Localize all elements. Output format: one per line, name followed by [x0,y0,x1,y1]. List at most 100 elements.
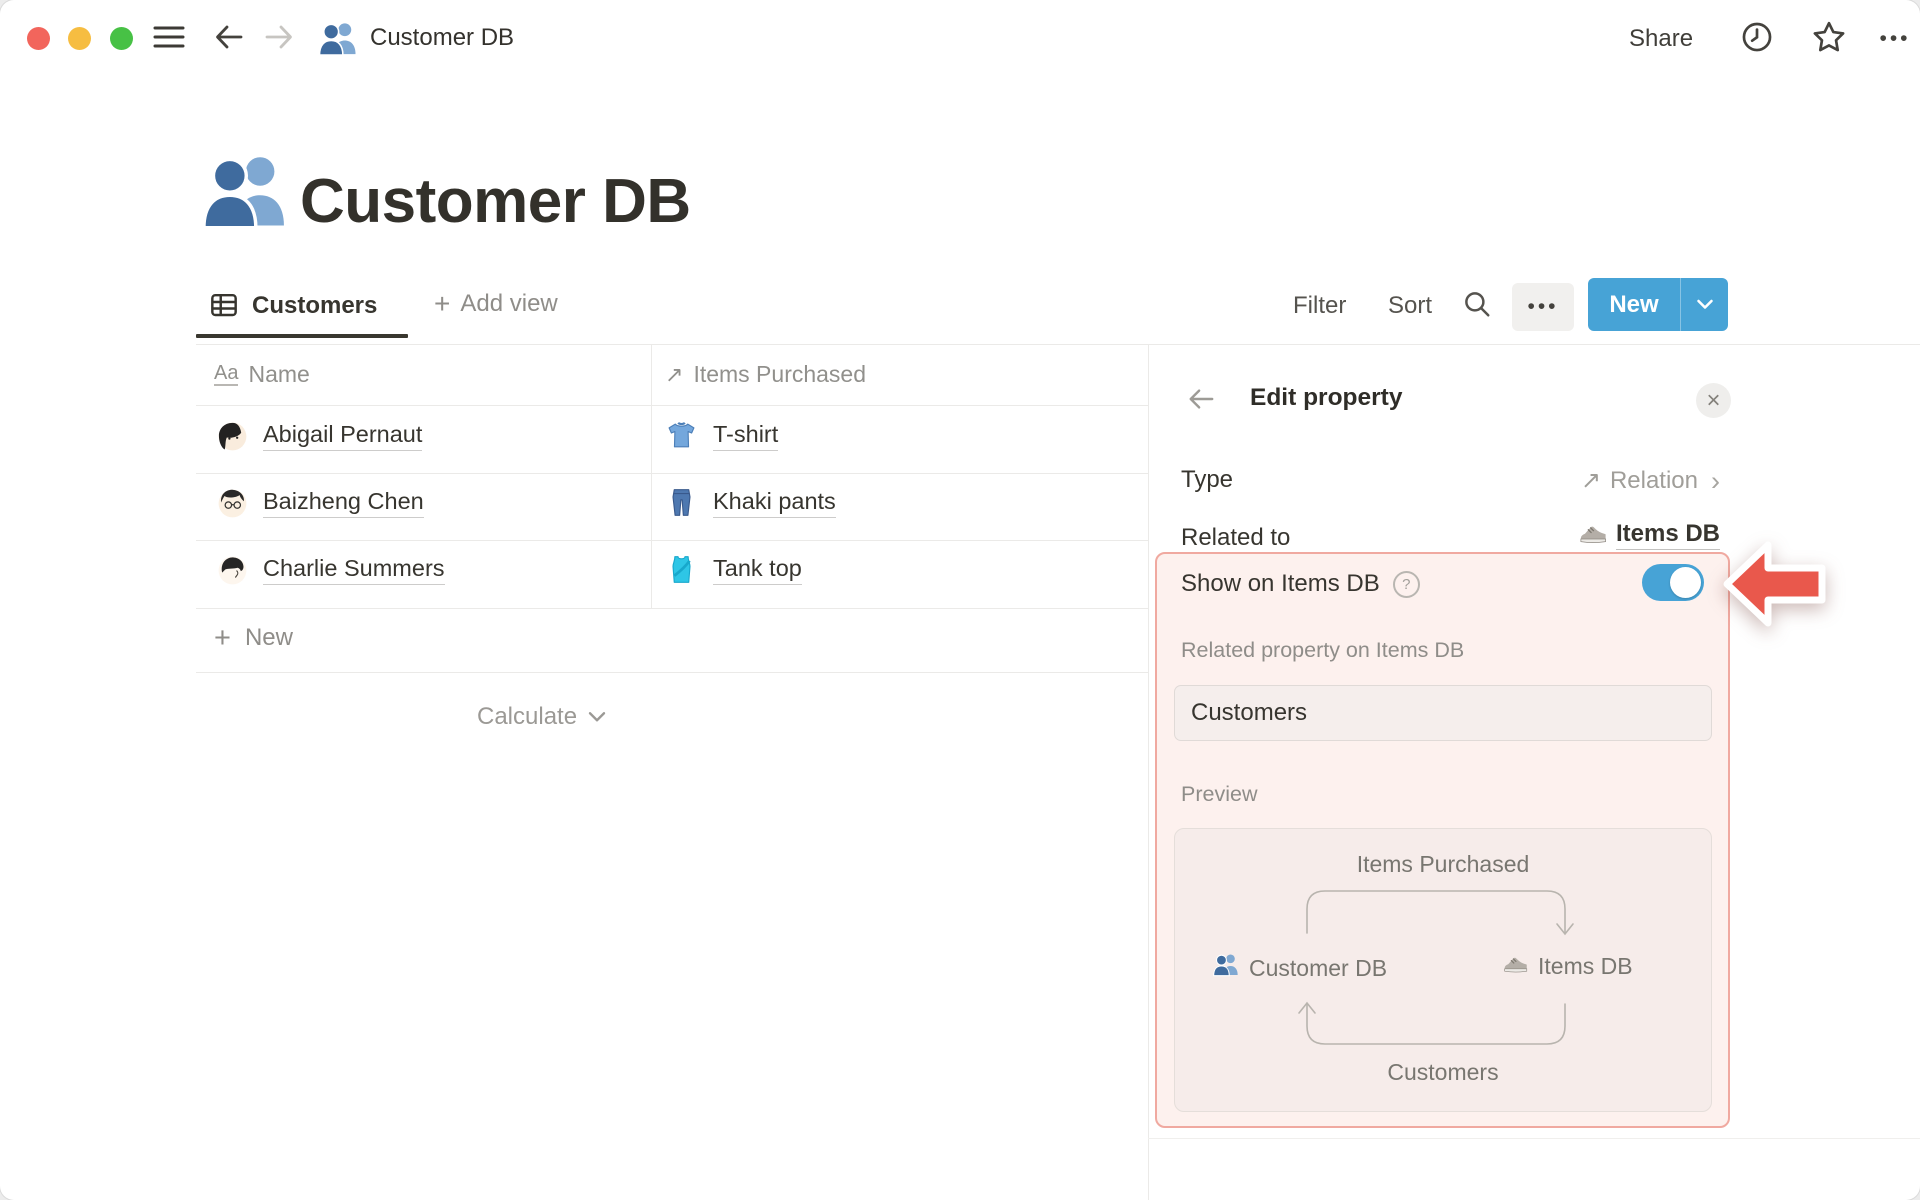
relation-arrow-icon: ↗ [665,361,684,387]
chevron-down-icon [588,712,606,722]
related-to-row-label: Related to [1181,524,1291,551]
table-cell-items[interactable]: Tank top [666,554,802,585]
preview-right-node-label: Items DB [1538,953,1633,979]
search-button[interactable] [1462,289,1492,319]
tab-customers[interactable]: Customers [252,292,377,320]
new-row-button[interactable]: + New [214,622,293,654]
show-on-items-db-toggle[interactable] [1642,564,1704,601]
record-link[interactable]: Charlie Summers [263,555,445,585]
more-options-button[interactable]: ••• [1878,22,1912,56]
row-divider [196,473,1148,474]
plus-icon: + [214,622,231,654]
panel-close-button[interactable]: × [1696,383,1731,418]
new-dropdown-button[interactable] [1681,298,1728,311]
column-header-label: Name [248,361,310,387]
row-divider [196,608,1148,609]
tank-top-icon [666,554,697,585]
customers-database-icon [318,21,358,56]
record-link[interactable]: Abigail Pernaut [263,421,423,451]
panel-divider [1148,344,1149,1200]
preview-left-node-label: Customer DB [1249,954,1388,981]
forward-button[interactable] [262,22,296,56]
preview-customer-db-node: Customer DB [1213,953,1387,983]
sort-button[interactable]: Sort [1388,292,1432,320]
plus-icon: + [434,288,451,319]
preview-label: Preview [1181,782,1258,806]
column-divider [651,344,652,608]
relation-chip[interactable]: Khaki pants [713,488,836,518]
avatar-abigail [218,422,247,451]
people-icon [1213,953,1239,983]
show-on-items-db-label: Show on Items DB [1181,570,1380,597]
back-arrow-icon [213,22,245,57]
breadcrumb[interactable]: Customer DB [370,24,514,52]
view-options-button[interactable]: ••• [1512,283,1574,331]
table-row[interactable]: Abigail Pernaut [218,421,423,451]
close-icon: × [1706,386,1721,414]
type-value-label: Relation [1609,466,1698,494]
active-tab-underline [196,334,408,338]
table-row[interactable]: Baizheng Chen [218,488,424,518]
table-cell-items[interactable]: Khaki pants [666,487,836,518]
close-window-button[interactable] [27,27,50,50]
zoom-window-button[interactable] [110,27,133,50]
text-property-icon: Aa [214,362,239,386]
back-button[interactable] [212,22,246,56]
minimize-window-button[interactable] [68,27,91,50]
table-view-icon [210,291,238,319]
panel-bottom-divider [1148,1138,1920,1139]
new-record-split-button[interactable]: New [1588,278,1728,331]
panel-back-button[interactable] [1186,385,1216,415]
page-title[interactable]: Customer DB [300,166,691,237]
new-row-label: New [244,624,293,651]
star-icon [1811,19,1847,60]
column-header-name[interactable]: Aa Name [214,361,310,388]
clock-icon [1740,20,1774,59]
toggle-knob [1670,567,1701,598]
app-window: Customer DB Share ••• Customer DB Custom… [0,0,1920,1200]
help-icon[interactable]: ? [1392,570,1420,598]
column-header-items-purchased[interactable]: ↗ Items Purchased [665,361,866,388]
related-to-row-value[interactable]: Items DB [1579,520,1720,550]
new-button[interactable]: New [1588,291,1680,319]
red-callout-arrow [1723,541,1826,627]
add-view-label: Add view [460,290,558,317]
relation-chip[interactable]: T-shirt [713,421,779,451]
show-on-items-db-row: Show on Items DB ? [1181,570,1420,598]
panel-title: Edit property [1250,384,1403,411]
updates-button[interactable] [1740,22,1774,56]
favorite-button[interactable] [1812,21,1846,56]
record-link[interactable]: Baizheng Chen [263,488,424,518]
sneaker-icon [1503,953,1528,980]
row-divider [196,672,1148,673]
page-icon-people[interactable] [201,152,289,230]
forward-arrow-icon [263,22,295,57]
chevron-down-icon [1696,299,1713,309]
row-divider [196,405,1148,406]
related-property-label: Related property on Items DB [1181,638,1465,662]
chevron-right-icon: › [1711,465,1720,496]
sneaker-icon [1579,521,1607,550]
relation-chip[interactable]: Tank top [713,555,802,585]
related-property-input[interactable]: Customers [1174,685,1712,741]
share-button[interactable]: Share [1629,25,1693,53]
avatar-charlie [218,556,247,585]
tshirt-icon [666,420,697,451]
table-row[interactable]: Charlie Summers [218,555,445,585]
avatar-baizheng [218,489,247,518]
calculate-label: Calculate [477,703,578,730]
calculate-button[interactable]: Calculate [477,703,607,731]
add-view-button[interactable]: + Add view [434,290,558,318]
relation-arrow-icon: ↗ [1580,467,1601,494]
search-icon [1465,292,1490,317]
sidebar-menu-button[interactable] [152,22,186,56]
preview-bottom-arrow-label: Customers [1387,1059,1499,1085]
jeans-icon [666,487,697,518]
hamburger-icon [153,24,185,55]
type-row-value[interactable]: ↗ Relation › [1581,466,1720,495]
ellipsis-icon: ••• [1879,27,1911,50]
toolbar-divider [196,344,1920,345]
table-cell-items[interactable]: T-shirt [666,420,779,451]
filter-button[interactable]: Filter [1293,292,1346,320]
preview-items-db-node: Items DB [1503,953,1633,980]
